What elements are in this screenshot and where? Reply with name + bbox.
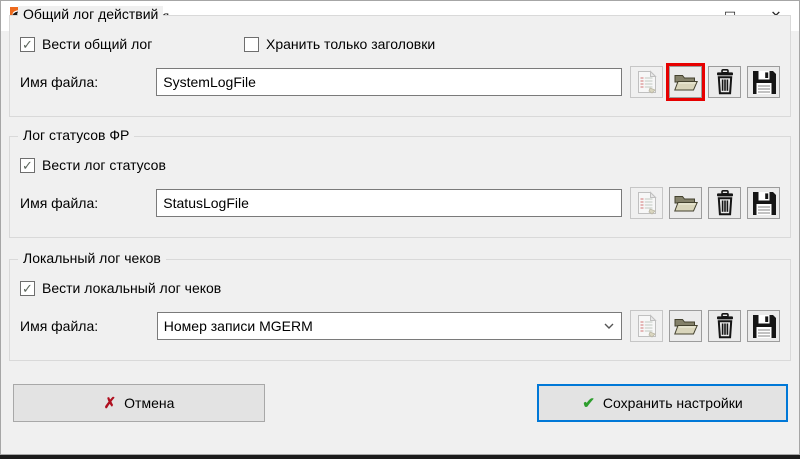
logging-settings-dialog: Настройки логирования – □ ✕ Общий лог де… — [0, 0, 800, 455]
browse-folder-button[interactable] — [669, 66, 702, 98]
filename-label: Имя файла: — [20, 195, 156, 211]
chevron-down-icon — [603, 320, 615, 332]
checkbox-box-unchecked — [244, 37, 259, 52]
save-log-button[interactable] — [747, 187, 780, 219]
filename-input-status[interactable] — [156, 189, 622, 217]
trash-icon — [714, 313, 736, 339]
groupbox-legend: Лог статусов ФР — [18, 127, 134, 143]
footer: ✗ Отмена ✔ Сохранить настройки — [1, 384, 799, 424]
cancel-button[interactable]: ✗ Отмена — [13, 384, 265, 422]
delete-log-button[interactable] — [708, 66, 741, 98]
checkbox-keep-local-receipt-log[interactable]: ✓ Вести локальный лог чеков — [20, 280, 221, 296]
filename-label: Имя файла: — [20, 318, 157, 334]
groupbox-status-log: Лог статусов ФР ✓ Вести лог статусов Имя… — [9, 136, 791, 238]
delete-log-button[interactable] — [708, 310, 741, 342]
trash-icon — [714, 69, 736, 95]
log-document-icon — [637, 314, 657, 338]
save-log-button[interactable] — [747, 310, 780, 342]
open-folder-icon — [674, 72, 698, 92]
screen-bottom-strip — [0, 455, 800, 459]
filename-input-general[interactable] — [156, 68, 622, 96]
checkbox-box-checked: ✓ — [20, 281, 35, 296]
checkbox-box-checked: ✓ — [20, 158, 35, 173]
file-actions — [630, 66, 780, 98]
checkbox-row: ✓ Вести локальный лог чеков — [20, 280, 780, 300]
save-label: Сохранить настройки — [603, 395, 743, 411]
cancel-x-icon: ✗ — [104, 394, 117, 412]
save-log-button[interactable] — [747, 66, 780, 98]
filename-row: Имя файла: — [20, 66, 780, 98]
cancel-label: Отмена — [124, 395, 174, 411]
filename-combobox[interactable]: Номер записи MGERM — [157, 312, 622, 340]
checkbox-label: Вести общий лог — [42, 36, 152, 52]
checkbox-label: Вести лог статусов — [42, 157, 166, 173]
view-log-button[interactable] — [630, 66, 663, 98]
checkbox-row: ✓ Вести лог статусов — [20, 157, 780, 177]
checkbox-label: Вести локальный лог чеков — [42, 280, 221, 296]
view-log-button[interactable] — [630, 310, 663, 342]
floppy-disk-icon — [752, 191, 776, 215]
file-actions — [630, 310, 780, 342]
filename-row: Имя файла: Номер записи MGERM — [20, 310, 780, 342]
open-folder-icon — [674, 193, 698, 213]
delete-log-button[interactable] — [708, 187, 741, 219]
browse-folder-button[interactable] — [669, 310, 702, 342]
trash-icon — [714, 190, 736, 216]
open-folder-icon — [674, 316, 698, 336]
save-check-icon: ✔ — [582, 394, 595, 412]
groupbox-general-log: Общий лог действий ✓ Вести общий лог Хра… — [9, 15, 791, 117]
log-document-icon — [637, 70, 657, 94]
checkbox-keep-general-log[interactable]: ✓ Вести общий лог — [20, 36, 152, 52]
view-log-button[interactable] — [630, 187, 663, 219]
screen: Настройки логирования – □ ✕ Общий лог де… — [0, 0, 800, 459]
combobox-value: Номер записи MGERM — [164, 318, 603, 334]
browse-folder-button[interactable] — [669, 187, 702, 219]
groupbox-legend: Локальный лог чеков — [18, 250, 166, 266]
groupbox-legend: Общий лог действий — [18, 6, 163, 22]
log-document-icon — [637, 191, 657, 215]
floppy-disk-icon — [752, 314, 776, 338]
checkbox-row: ✓ Вести общий лог Хранить только заголов… — [20, 36, 780, 56]
floppy-disk-icon — [752, 70, 776, 94]
save-settings-button[interactable]: ✔ Сохранить настройки — [537, 384, 788, 422]
checkbox-label: Хранить только заголовки — [266, 36, 435, 52]
filename-row: Имя файла: — [20, 187, 780, 219]
filename-label: Имя файла: — [20, 74, 156, 90]
file-actions — [630, 187, 780, 219]
groupbox-local-receipt-log: Локальный лог чеков ✓ Вести локальный ло… — [9, 259, 791, 361]
checkbox-keep-status-log[interactable]: ✓ Вести лог статусов — [20, 157, 166, 173]
checkbox-store-headers-only[interactable]: Хранить только заголовки — [244, 36, 435, 52]
checkbox-box-checked: ✓ — [20, 37, 35, 52]
